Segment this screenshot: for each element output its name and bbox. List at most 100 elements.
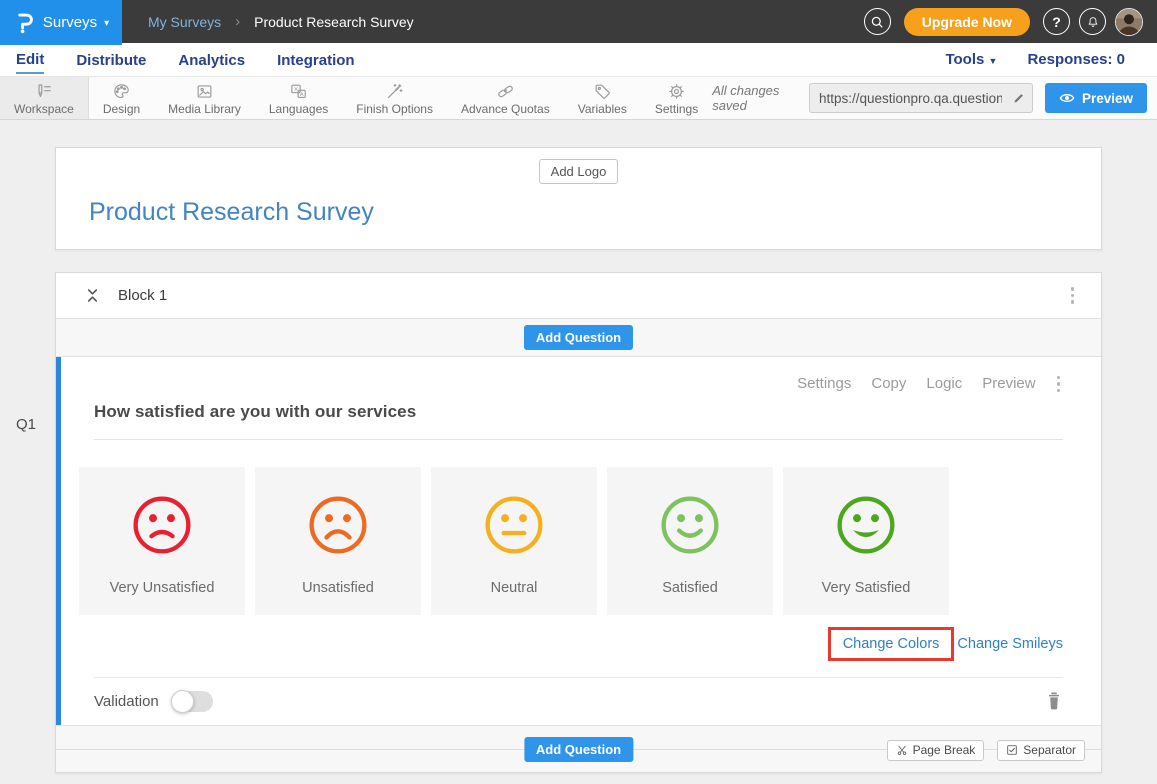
smiley-unsatisfied-icon [307, 494, 369, 556]
smiley-scale: Very Unsatisfied Unsatisfied Neutral Sat… [79, 467, 1063, 615]
smiley-very-unsatisfied-icon [131, 494, 193, 556]
question-text[interactable]: How satisfied are you with our services [94, 402, 416, 421]
toolbar-item-variables[interactable]: Variables [564, 77, 641, 119]
svg-text:A: A [300, 91, 304, 97]
toolbar-item-finish-options[interactable]: Finish Options [342, 77, 447, 119]
questionpro-logo-icon [13, 11, 36, 34]
workspace-icon [34, 82, 53, 101]
block-card: Block 1 Add Question Settings Copy Logic… [55, 272, 1102, 773]
workspace-canvas: Q1 Add Logo Product Research Survey Bloc… [0, 120, 1157, 784]
survey-title[interactable]: Product Research Survey [89, 198, 1101, 227]
validation-toggle[interactable] [172, 691, 213, 712]
collapse-block-icon[interactable] [84, 287, 101, 304]
smiley-satisfied-icon [659, 494, 721, 556]
survey-tabbar: Edit Distribute Analytics Integration To… [0, 43, 1157, 77]
breadcrumb-separator-icon: › [235, 13, 240, 30]
smiley-config-links: Change Colors Change Smileys [94, 627, 1063, 661]
annotation-highlight-box: Change Colors [828, 627, 955, 661]
chevron-down-icon: ▼ [989, 56, 998, 66]
survey-url-input[interactable] [810, 91, 1006, 106]
pencil-icon [1012, 92, 1025, 105]
gear-icon [667, 82, 686, 101]
question-preview-link[interactable]: Preview [982, 375, 1035, 392]
breadcrumb-current-survey: Product Research Survey [254, 14, 414, 30]
translate-icon: × A [289, 82, 308, 101]
delete-question-button[interactable] [1045, 691, 1063, 711]
validation-label: Validation [94, 693, 159, 710]
toggle-knob [171, 690, 194, 713]
image-icon [195, 82, 214, 101]
bell-icon [1086, 15, 1100, 29]
tools-dropdown[interactable]: Tools ▼ [945, 51, 997, 68]
product-menu-label: Surveys [43, 14, 97, 31]
question-card: Settings Copy Logic Preview How satisfie… [56, 357, 1101, 725]
tab-edit[interactable]: Edit [16, 45, 44, 74]
page-break-button[interactable]: Page Break [887, 740, 985, 761]
question-mark-icon: ? [1052, 14, 1061, 30]
toolbar-item-workspace[interactable]: Workspace [0, 77, 89, 119]
top-navbar: Surveys ▾ My Surveys › Product Research … [0, 0, 1157, 43]
add-question-button-top[interactable]: Add Question [524, 325, 633, 350]
question-settings-link[interactable]: Settings [797, 375, 851, 392]
breadcrumb: My Surveys › Product Research Survey [148, 13, 414, 30]
toolbar-item-media-library[interactable]: Media Library [154, 77, 255, 119]
add-question-strip-top: Add Question [56, 319, 1101, 357]
block-title: Block 1 [118, 287, 167, 304]
editor-toolbar: Workspace Design Media Library × A Langu… [0, 77, 1157, 120]
block-header: Block 1 [56, 273, 1101, 319]
save-status-text: All changes saved [712, 83, 797, 113]
separator-checkbox-icon [1006, 744, 1018, 756]
smiley-option-very-satisfied[interactable]: Very Satisfied [783, 467, 949, 615]
notifications-button[interactable] [1079, 8, 1106, 35]
trash-icon [1049, 693, 1059, 710]
smiley-very-satisfied-icon [835, 494, 897, 556]
toolbar-item-advance-quotas[interactable]: Advance Quotas [447, 77, 564, 119]
change-colors-link[interactable]: Change Colors [843, 636, 940, 652]
survey-url-field [809, 83, 1033, 113]
navbar-actions: Upgrade Now ? [864, 8, 1157, 36]
user-avatar[interactable] [1115, 8, 1143, 36]
question-actions: Settings Copy Logic Preview [94, 371, 1063, 397]
change-smileys-link[interactable]: Change Smileys [957, 636, 1063, 652]
page-break-icon [896, 744, 908, 756]
block-footer: Add Question Page Break Separator [56, 725, 1101, 772]
separator-button[interactable]: Separator [997, 740, 1085, 761]
edit-url-button[interactable] [1006, 92, 1032, 105]
breadcrumb-my-surveys[interactable]: My Surveys [148, 14, 221, 30]
chevron-down-icon: ▾ [104, 18, 109, 29]
validation-row: Validation [94, 677, 1063, 725]
smiley-option-unsatisfied[interactable]: Unsatisfied [255, 467, 421, 615]
toolbar-item-design[interactable]: Design [89, 77, 154, 119]
tab-analytics[interactable]: Analytics [178, 46, 245, 73]
survey-header-card: Add Logo Product Research Survey [55, 147, 1102, 250]
wand-icon [385, 82, 404, 101]
avatar-photo [1116, 9, 1142, 35]
smiley-option-very-unsatisfied[interactable]: Very Unsatisfied [79, 467, 245, 615]
search-icon [870, 15, 884, 29]
smiley-option-neutral[interactable]: Neutral [431, 467, 597, 615]
upgrade-now-button[interactable]: Upgrade Now [904, 8, 1030, 36]
chain-icon [496, 82, 515, 101]
search-button[interactable] [864, 8, 891, 35]
question-logic-link[interactable]: Logic [926, 375, 962, 392]
question-text-wrap: How satisfied are you with our services [94, 402, 1063, 440]
palette-icon [112, 82, 131, 101]
tab-distribute[interactable]: Distribute [76, 46, 146, 73]
block-menu-button[interactable] [1068, 283, 1077, 309]
tag-icon [593, 82, 612, 101]
help-button[interactable]: ? [1043, 8, 1070, 35]
add-question-button-bottom[interactable]: Add Question [524, 737, 633, 762]
toolbar-item-languages[interactable]: × A Languages [255, 77, 342, 119]
smiley-option-satisfied[interactable]: Satisfied [607, 467, 773, 615]
add-logo-button[interactable]: Add Logo [539, 159, 619, 184]
question-menu-button[interactable] [1054, 371, 1063, 397]
toolbar-item-settings[interactable]: Settings [641, 77, 712, 119]
product-switcher[interactable]: Surveys ▾ [0, 0, 122, 45]
smiley-neutral-icon [483, 494, 545, 556]
tab-integration[interactable]: Integration [277, 46, 355, 73]
preview-button[interactable]: Preview [1045, 83, 1147, 113]
responses-count: Responses: 0 [1027, 51, 1125, 68]
eye-icon [1059, 92, 1075, 104]
question-copy-link[interactable]: Copy [871, 375, 906, 392]
question-number-label: Q1 [16, 416, 36, 433]
